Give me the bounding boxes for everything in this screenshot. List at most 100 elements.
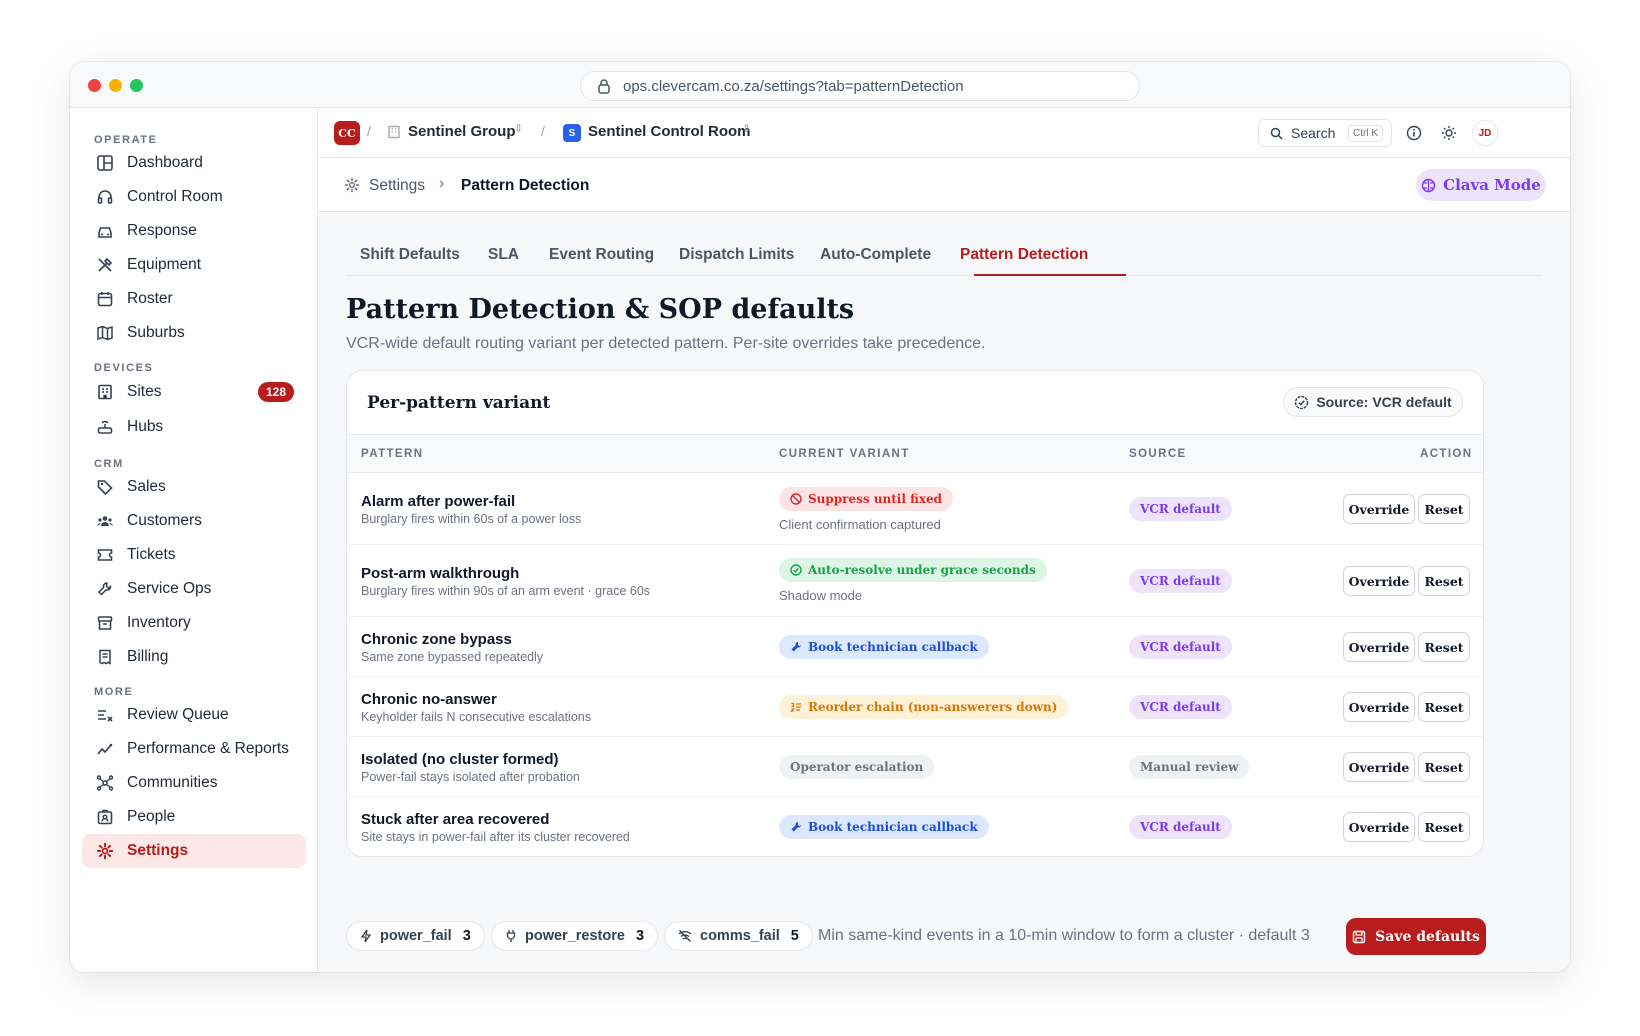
sidebar-item-sales[interactable]: Sales bbox=[82, 470, 306, 504]
ban-icon bbox=[790, 493, 802, 505]
info-icon[interactable] bbox=[1406, 125, 1422, 141]
sidebar-item-customers[interactable]: Customers bbox=[82, 504, 306, 538]
sidebar-item-label: Suburbs bbox=[127, 324, 185, 341]
tab-event-routing[interactable]: Event Routing bbox=[549, 246, 654, 264]
sidebar-item-label: Service Ops bbox=[127, 580, 212, 597]
threshold-comms-fail[interactable]: comms_fail 5 bbox=[664, 921, 813, 951]
reset-button[interactable]: Reset bbox=[1418, 692, 1470, 722]
override-button[interactable]: Override bbox=[1343, 494, 1415, 524]
sidebar-item-equipment[interactable]: Equipment bbox=[82, 248, 306, 282]
variant-label: Operator escalation bbox=[790, 760, 924, 774]
top-bar: CC / Sentinel Group ⇕ / S Sentinel Contr… bbox=[318, 108, 1570, 158]
app-logo[interactable]: CC bbox=[334, 121, 360, 145]
sidebar-item-performance[interactable]: Performance & Reports bbox=[82, 732, 306, 766]
pattern-name: Alarm after power-fail bbox=[361, 493, 516, 510]
override-button[interactable]: Override bbox=[1343, 566, 1415, 596]
user-avatar[interactable]: JD bbox=[1472, 120, 1498, 146]
pattern-description: Keyholder fails N consecutive escalation… bbox=[361, 710, 591, 724]
sidebar-item-roster[interactable]: Roster bbox=[82, 282, 306, 316]
override-button[interactable]: Override bbox=[1343, 632, 1415, 662]
variant-note: Shadow mode bbox=[779, 588, 863, 603]
sidebar-item-label: Billing bbox=[127, 648, 169, 665]
source-pill[interactable]: Source: VCR default bbox=[1283, 387, 1463, 417]
minimize-window-button[interactable] bbox=[109, 79, 122, 92]
sidebar-item-tickets[interactable]: Tickets bbox=[82, 538, 306, 572]
pattern-name: Chronic zone bypass bbox=[361, 631, 512, 648]
sidebar-item-people[interactable]: People bbox=[82, 800, 306, 834]
sidebar-item-service-ops[interactable]: Service Ops bbox=[82, 572, 306, 606]
sidebar-item-response[interactable]: Response bbox=[82, 214, 306, 248]
chevron-updown-icon: ⇕ bbox=[514, 123, 524, 135]
search-button[interactable]: Search Ctrl K bbox=[1258, 119, 1392, 147]
override-button[interactable]: Override bbox=[1343, 752, 1415, 782]
lock-icon bbox=[598, 79, 610, 94]
override-button[interactable]: Override bbox=[1343, 692, 1415, 722]
threshold-power-restore[interactable]: power_restore 3 bbox=[491, 921, 659, 951]
table-row: Chronic zone bypass Same zone bypassed r… bbox=[347, 617, 1483, 677]
tools-icon bbox=[98, 257, 113, 272]
source-chip: VCR default bbox=[1129, 635, 1232, 659]
sidebar-item-control-room[interactable]: Control Room bbox=[82, 180, 306, 214]
sidebar-item-inventory[interactable]: Inventory bbox=[82, 606, 306, 640]
breadcrumb-settings-link[interactable]: Settings bbox=[369, 177, 425, 195]
maximize-window-button[interactable] bbox=[130, 79, 143, 92]
sidebar-item-review-queue[interactable]: Review Queue bbox=[82, 698, 306, 732]
threshold-label: comms_fail bbox=[700, 928, 780, 944]
sidebar-item-hubs[interactable]: Hubs bbox=[82, 410, 306, 444]
sidebar-item-label: Hubs bbox=[127, 418, 164, 435]
card-title: Per-pattern variant bbox=[367, 393, 551, 413]
wifi-off-icon bbox=[678, 930, 692, 942]
clava-mode-button[interactable]: Clava Mode bbox=[1416, 169, 1546, 201]
tab-pattern-detection[interactable]: Pattern Detection bbox=[960, 246, 1088, 264]
sidebar-item-suburbs[interactable]: Suburbs bbox=[82, 316, 306, 350]
search-shortcut: Ctrl K bbox=[1348, 125, 1383, 142]
sidebar-item-dashboard[interactable]: Dashboard bbox=[82, 146, 306, 180]
list-check-icon bbox=[98, 710, 113, 722]
sidebar-item-label: Communities bbox=[127, 774, 218, 791]
override-button[interactable]: Override bbox=[1343, 812, 1415, 842]
threshold-count: 3 bbox=[462, 928, 471, 944]
sun-icon[interactable] bbox=[1441, 125, 1457, 141]
sidebar-item-settings[interactable]: Settings bbox=[82, 834, 306, 868]
sidebar-item-sites[interactable]: Sites 128 bbox=[82, 375, 306, 409]
threshold-power-fail[interactable]: power_fail 3 bbox=[346, 921, 485, 951]
reset-button[interactable]: Reset bbox=[1418, 632, 1470, 662]
tab-dispatch-limits[interactable]: Dispatch Limits bbox=[679, 246, 794, 264]
tab-sla[interactable]: SLA bbox=[488, 246, 519, 264]
save-icon bbox=[1352, 930, 1366, 943]
close-window-button[interactable] bbox=[88, 79, 101, 92]
sidebar-item-communities[interactable]: Communities bbox=[82, 766, 306, 800]
variant-chip: Reorder chain (non-answerers down) bbox=[779, 695, 1069, 719]
reset-button[interactable]: Reset bbox=[1418, 812, 1470, 842]
sidebar-item-billing[interactable]: Billing bbox=[82, 640, 306, 674]
tab-auto-complete[interactable]: Auto-Complete bbox=[820, 246, 931, 264]
reset-button[interactable]: Reset bbox=[1418, 752, 1470, 782]
brain-icon bbox=[1421, 178, 1436, 192]
page-subtitle: VCR-wide default routing variant per det… bbox=[346, 335, 986, 352]
table-row: Chronic no-answer Keyholder fails N cons… bbox=[347, 677, 1483, 737]
column-header: ACTION bbox=[1420, 448, 1473, 460]
reset-button[interactable]: Reset bbox=[1418, 566, 1470, 596]
save-defaults-button[interactable]: Save defaults bbox=[1346, 918, 1486, 955]
headset-icon bbox=[97, 190, 113, 204]
sidebar-item-label: Settings bbox=[127, 842, 189, 859]
org-switcher[interactable]: Sentinel Group bbox=[408, 123, 516, 140]
column-header: PATTERN bbox=[361, 448, 424, 460]
badge-check-icon bbox=[1295, 395, 1309, 409]
variant-chip: Suppress until fixed bbox=[779, 487, 954, 511]
pattern-description: Same zone bypassed repeatedly bbox=[361, 650, 544, 664]
section-more: MORE bbox=[94, 686, 134, 698]
separator: / bbox=[541, 123, 545, 139]
map-icon bbox=[97, 325, 113, 341]
network-icon bbox=[96, 775, 114, 791]
room-switcher[interactable]: Sentinel Control Room bbox=[588, 123, 751, 140]
sidebar-item-label: People bbox=[127, 808, 176, 825]
reset-button[interactable]: Reset bbox=[1418, 494, 1470, 524]
sidebar-item-label: Control Room bbox=[127, 188, 223, 205]
threshold-count: 5 bbox=[790, 928, 799, 944]
section-devices: DEVICES bbox=[94, 362, 154, 374]
address-bar[interactable]: ops.clevercam.co.za/settings?tab=pattern… bbox=[580, 71, 1140, 101]
variant-chip: Book technician callback bbox=[779, 635, 989, 659]
tab-shift-defaults[interactable]: Shift Defaults bbox=[360, 246, 460, 264]
sidebar-item-label: Roster bbox=[127, 290, 173, 307]
